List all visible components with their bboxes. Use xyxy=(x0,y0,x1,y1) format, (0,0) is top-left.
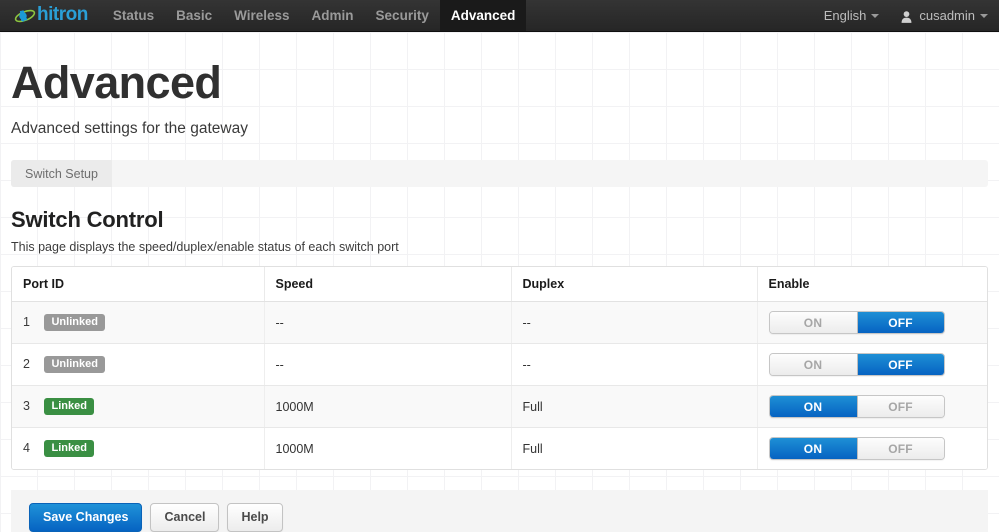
switch-control-table-wrapper: Port ID Speed Duplex Enable 1 Unlinked -… xyxy=(11,266,988,470)
main-nav-items: Status Basic Wireless Admin Security Adv… xyxy=(102,0,527,31)
table-row: 3 Linked 1000M Full ON OFF xyxy=(12,385,987,428)
column-header-enable: Enable xyxy=(757,267,987,302)
cell-duplex: Full xyxy=(511,427,758,469)
toggle-on-button[interactable]: ON xyxy=(769,354,857,375)
page-title: Advanced xyxy=(11,57,222,108)
enable-toggle[interactable]: ON OFF xyxy=(768,311,945,334)
cell-port-id: 4 Linked xyxy=(12,427,265,469)
nav-label: Wireless xyxy=(234,8,290,23)
save-changes-button[interactable]: Save Changes xyxy=(29,503,143,532)
nav-item-admin[interactable]: Admin xyxy=(301,0,365,31)
status-badge: Unlinked xyxy=(44,355,105,374)
table-head: Port ID Speed Duplex Enable xyxy=(12,267,987,302)
nav-label: Basic xyxy=(176,8,213,23)
section-description: This page displays the speed/duplex/enab… xyxy=(11,240,399,254)
page-subtitle: Advanced settings for the gateway xyxy=(11,120,248,137)
enable-toggle[interactable]: ON OFF xyxy=(768,395,945,418)
table-header-row: Port ID Speed Duplex Enable xyxy=(12,267,987,302)
user-icon xyxy=(901,10,912,23)
page-header: Advanced Advanced settings for the gatew… xyxy=(0,32,999,138)
table-row: 4 Linked 1000M Full ON OFF xyxy=(12,427,987,469)
nav-item-security[interactable]: Security xyxy=(365,0,440,31)
nav-item-wireless[interactable]: Wireless xyxy=(223,0,300,31)
port-number: 2 xyxy=(23,356,30,371)
chevron-down-icon xyxy=(980,13,988,18)
brand-logo[interactable]: hitron xyxy=(0,0,102,31)
nav-item-status[interactable]: Status xyxy=(102,0,165,31)
cell-duplex: -- xyxy=(511,343,758,386)
cell-speed: 1000M xyxy=(264,385,512,428)
toggle-off-button[interactable]: OFF xyxy=(856,438,944,459)
section-title: Switch Control xyxy=(11,207,164,232)
switch-control-table: Port ID Speed Duplex Enable 1 Unlinked -… xyxy=(12,267,987,469)
table-row: 1 Unlinked -- -- ON OFF xyxy=(12,301,987,344)
tab-strip: Switch Setup xyxy=(11,160,988,187)
cell-enable: ON OFF xyxy=(757,385,987,428)
status-badge: Linked xyxy=(44,397,94,416)
chevron-down-icon xyxy=(871,13,880,18)
cell-port-id: 1 Unlinked xyxy=(12,301,265,344)
username-label: cusadmin xyxy=(919,8,975,23)
port-number: 1 xyxy=(23,314,30,329)
cell-speed: -- xyxy=(264,343,512,386)
brand-name: hitron xyxy=(37,4,88,25)
column-header-duplex: Duplex xyxy=(511,267,758,302)
column-header-port-id: Port ID xyxy=(12,267,265,302)
cell-port-id: 2 Unlinked xyxy=(12,343,265,386)
toggle-off-button[interactable]: OFF xyxy=(856,396,944,417)
tab-label: Switch Setup xyxy=(25,166,98,181)
enable-toggle[interactable]: ON OFF xyxy=(768,353,945,376)
nav-label: Status xyxy=(112,8,155,23)
cell-speed: 1000M xyxy=(264,427,512,469)
toggle-on-button[interactable]: ON xyxy=(769,312,857,333)
nav-label: Advanced xyxy=(450,8,516,23)
toggle-on-button[interactable]: ON xyxy=(769,438,857,459)
cell-enable: ON OFF xyxy=(757,427,987,469)
port-number: 3 xyxy=(23,398,30,413)
help-button[interactable]: Help xyxy=(227,503,283,532)
language-selector[interactable]: English xyxy=(813,0,891,31)
toggle-off-button[interactable]: OFF xyxy=(856,312,944,333)
nav-item-advanced[interactable]: Advanced xyxy=(439,0,527,31)
toggle-off-button[interactable]: OFF xyxy=(856,354,944,375)
cell-duplex: Full xyxy=(511,385,758,428)
cell-enable: ON OFF xyxy=(757,343,987,386)
cell-enable: ON OFF xyxy=(757,301,987,344)
top-navbar: hitron Status Basic Wireless Admin Secur… xyxy=(0,0,999,32)
status-badge: Unlinked xyxy=(44,313,105,332)
cell-duplex: -- xyxy=(511,301,758,344)
cell-speed: -- xyxy=(264,301,512,344)
navbar-right-group: English cusadmin xyxy=(813,0,999,31)
column-header-speed: Speed xyxy=(264,267,512,302)
nav-label: Security xyxy=(375,8,429,23)
nav-item-basic[interactable]: Basic xyxy=(165,0,223,31)
action-bar: Save Changes Cancel Help xyxy=(11,490,988,532)
toggle-on-button[interactable]: ON xyxy=(769,396,857,417)
tab-switch-setup[interactable]: Switch Setup xyxy=(11,160,112,187)
status-badge: Linked xyxy=(44,439,94,458)
hitron-orbit-logo-icon xyxy=(14,6,36,26)
nav-label: Admin xyxy=(311,8,354,23)
port-number: 4 xyxy=(23,440,30,455)
cancel-button[interactable]: Cancel xyxy=(150,503,220,532)
language-label: English xyxy=(823,8,867,23)
enable-toggle[interactable]: ON OFF xyxy=(768,437,945,460)
cell-port-id: 3 Linked xyxy=(12,385,265,428)
table-row: 2 Unlinked -- -- ON OFF xyxy=(12,343,987,386)
table-body: 1 Unlinked -- -- ON OFF 2 Unlinked -- --… xyxy=(12,301,987,469)
user-menu[interactable]: cusadmin xyxy=(890,0,999,31)
